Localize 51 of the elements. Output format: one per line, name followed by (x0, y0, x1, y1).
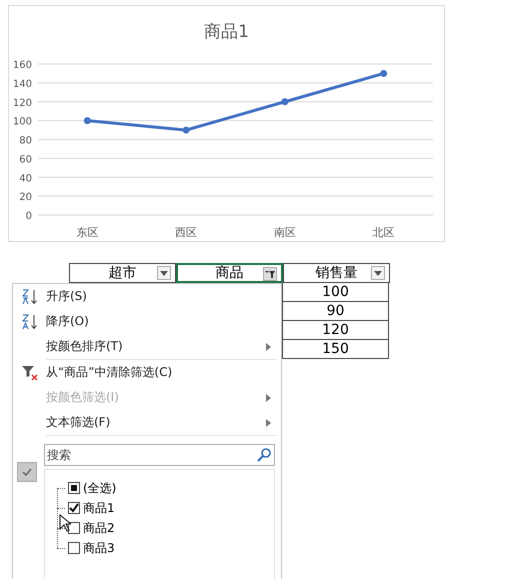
clear-filter-icon (20, 364, 38, 382)
axis-label: 160 (12, 60, 32, 71)
chart-title: 商品1 (204, 21, 249, 44)
header-label: 销售量 (316, 264, 358, 282)
axis-label: 东区 (76, 226, 98, 239)
value-label: (全选) (83, 480, 116, 496)
table-cell: 120 (282, 321, 389, 340)
table-cell: 150 (282, 340, 389, 359)
axis-label: 140 (12, 78, 32, 90)
axis-label: 0 (26, 210, 32, 222)
value-label: 商品3 (83, 540, 115, 556)
axis-label: 80 (19, 135, 32, 146)
data-point (182, 126, 190, 134)
table-cell: 90 (282, 302, 389, 321)
checkbox[interactable] (68, 542, 80, 554)
menu-item[interactable]: 文本筛选(F) (13, 410, 281, 435)
menu-item[interactable]: 按颜色排序(T) (13, 334, 281, 359)
axis-label: 西区 (175, 226, 198, 239)
search-icon (257, 448, 271, 462)
dropdown-icon[interactable] (157, 266, 171, 280)
checkbox[interactable] (68, 522, 80, 534)
header-label: 商品 (216, 264, 244, 282)
menu-item[interactable]: 升序(S) (13, 284, 281, 309)
data-point (84, 116, 91, 124)
axis-label: 20 (19, 192, 32, 203)
check-icon (17, 462, 37, 482)
submenu-arrow-icon (266, 342, 271, 350)
axis-label: 南区 (274, 226, 296, 239)
submenu-arrow-icon (266, 418, 271, 426)
axis-label: 40 (19, 172, 32, 184)
cursor-icon (59, 514, 71, 532)
dropdown-icon[interactable] (371, 266, 385, 280)
sort-descending-icon (20, 312, 38, 330)
data-point (281, 98, 288, 105)
search-field[interactable]: 搜索 (44, 444, 275, 466)
menu-item[interactable]: 降序(O) (13, 309, 281, 334)
axis-label: 北区 (372, 226, 395, 239)
menu-item[interactable]: 从“商品”中清除筛选(C) (13, 360, 281, 385)
sort-ascending-icon (20, 288, 38, 306)
axis-label: 120 (12, 97, 32, 108)
value-label: 商品1 (83, 500, 115, 516)
axis-label: 60 (19, 154, 32, 166)
value-label: 商品2 (83, 520, 115, 536)
checkbox[interactable] (68, 502, 80, 514)
filter-icon[interactable] (263, 267, 277, 281)
data-point (380, 70, 388, 77)
submenu-arrow-icon (266, 394, 271, 402)
table-cell: 100 (282, 283, 389, 302)
axis-label: 100 (12, 116, 32, 128)
checkbox[interactable] (68, 482, 80, 494)
header-label: 超市 (108, 264, 136, 282)
